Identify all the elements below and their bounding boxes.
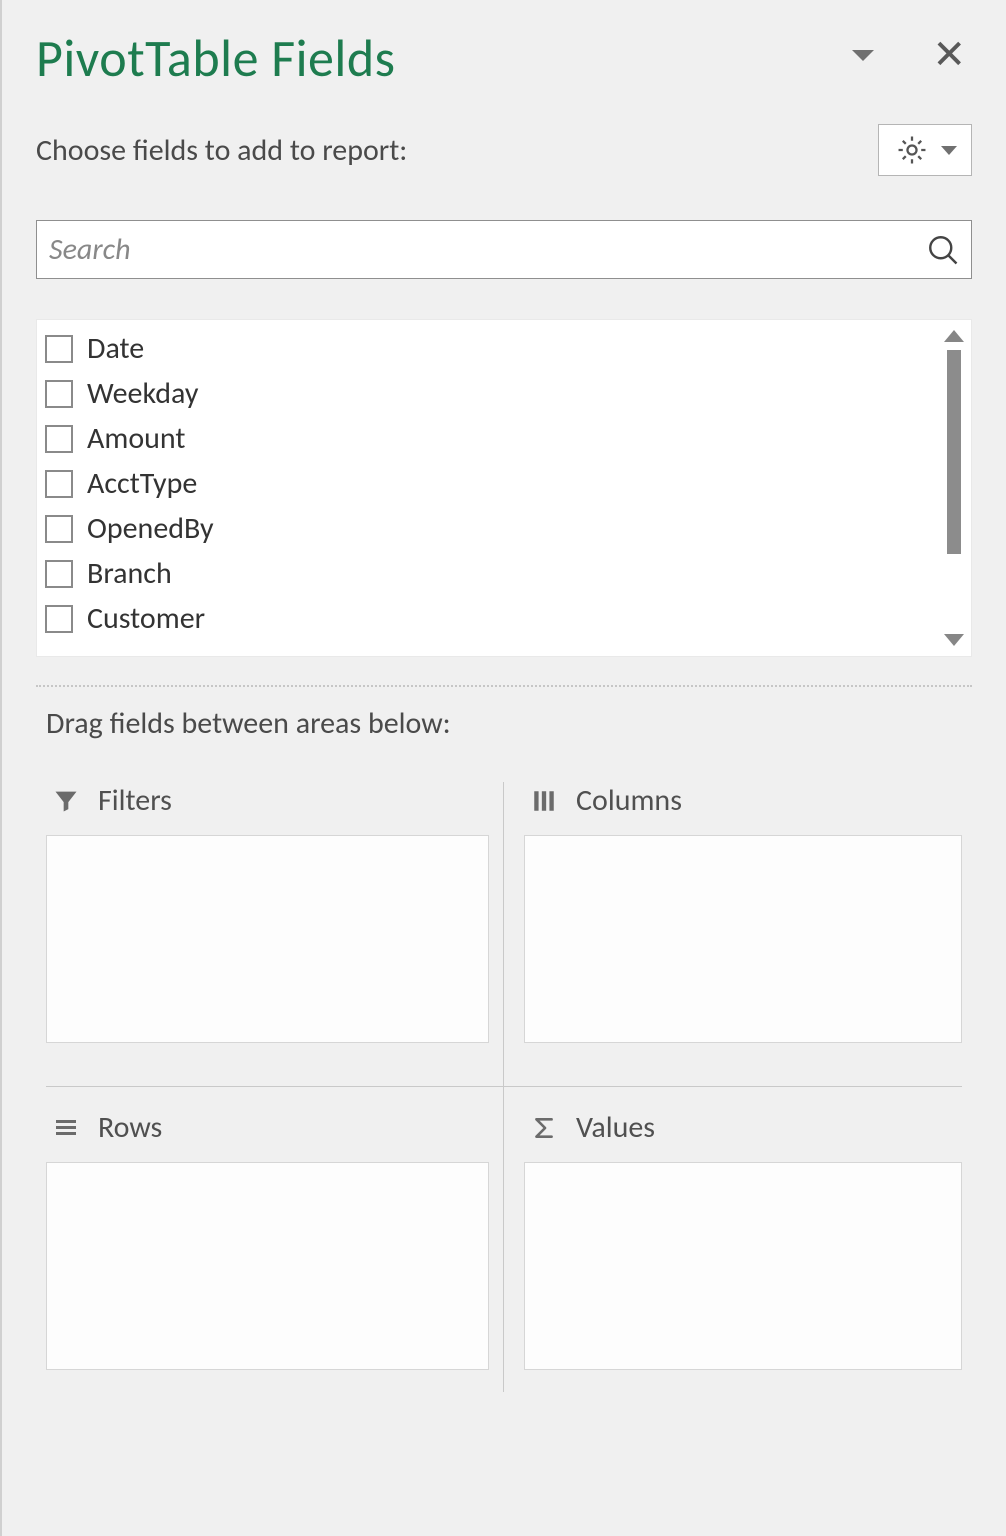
columns-dropzone[interactable] bbox=[524, 835, 962, 1043]
search-input[interactable] bbox=[45, 225, 925, 274]
field-item[interactable]: Date bbox=[43, 326, 931, 371]
field-item[interactable]: Amount bbox=[43, 416, 931, 461]
gear-icon bbox=[895, 133, 929, 167]
rows-icon bbox=[50, 1116, 82, 1140]
rows-header: Rows bbox=[46, 1109, 489, 1162]
panel-options-dropdown-icon[interactable] bbox=[852, 50, 874, 61]
tools-button[interactable] bbox=[878, 124, 972, 176]
field-item[interactable]: Branch bbox=[43, 551, 931, 596]
field-label: Date bbox=[87, 330, 144, 367]
columns-area: Columns bbox=[504, 782, 962, 1087]
filters-dropzone[interactable] bbox=[46, 835, 489, 1043]
fields-list-box: Date Weekday Amount AcctType OpenedBy Branch C… bbox=[36, 319, 972, 657]
columns-header: Columns bbox=[524, 782, 962, 835]
values-area: Values bbox=[504, 1087, 962, 1392]
field-label: Amount bbox=[87, 420, 185, 457]
field-checkbox[interactable] bbox=[45, 515, 73, 543]
field-item[interactable]: Weekday bbox=[43, 371, 931, 416]
field-item[interactable]: Customer bbox=[43, 596, 931, 637]
field-checkbox[interactable] bbox=[45, 335, 73, 363]
panel-title: PivotTable Fields bbox=[36, 26, 396, 90]
scroll-down-icon[interactable] bbox=[944, 634, 964, 646]
filters-title: Filters bbox=[98, 782, 172, 819]
filters-header: Filters bbox=[46, 782, 489, 835]
field-checkbox[interactable] bbox=[45, 605, 73, 633]
filter-icon bbox=[50, 787, 82, 815]
columns-title: Columns bbox=[576, 782, 682, 819]
close-button[interactable]: ✕ bbox=[932, 35, 966, 75]
field-item[interactable]: OpenedBy bbox=[43, 506, 931, 551]
field-checkbox[interactable] bbox=[45, 380, 73, 408]
scroll-track[interactable] bbox=[947, 350, 961, 626]
fields-list[interactable]: Date Weekday Amount AcctType OpenedBy Branch C… bbox=[37, 320, 937, 656]
field-label: AcctType bbox=[87, 465, 197, 502]
rows-dropzone[interactable] bbox=[46, 1162, 489, 1370]
filters-area: Filters bbox=[46, 782, 504, 1087]
search-icon bbox=[925, 232, 961, 268]
scroll-thumb[interactable] bbox=[947, 350, 961, 554]
field-label: OpenedBy bbox=[87, 510, 214, 547]
subhead-row: Choose fields to add to report: bbox=[36, 124, 972, 176]
search-box[interactable] bbox=[36, 220, 972, 279]
field-item[interactable]: AcctType bbox=[43, 461, 931, 506]
areas-grid: Filters Columns bbox=[36, 782, 972, 1392]
header-controls: ✕ bbox=[852, 35, 972, 75]
section-separator bbox=[36, 685, 972, 687]
pivottable-fields-panel: PivotTable Fields ✕ Choose fields to add… bbox=[2, 0, 1006, 1422]
field-label: Branch bbox=[87, 555, 172, 592]
rows-area: Rows bbox=[46, 1087, 504, 1392]
field-checkbox[interactable] bbox=[45, 425, 73, 453]
field-label: Customer bbox=[87, 600, 205, 637]
drag-instruction-label: Drag fields between areas below: bbox=[46, 705, 972, 742]
chevron-down-icon bbox=[941, 146, 957, 155]
columns-icon bbox=[528, 787, 560, 815]
choose-fields-label: Choose fields to add to report: bbox=[36, 132, 407, 169]
field-label: Weekday bbox=[87, 375, 198, 412]
values-dropzone[interactable] bbox=[524, 1162, 962, 1370]
scroll-up-icon[interactable] bbox=[944, 330, 964, 342]
fields-scrollbar[interactable] bbox=[937, 320, 971, 656]
rows-title: Rows bbox=[98, 1109, 162, 1146]
field-checkbox[interactable] bbox=[45, 470, 73, 498]
sigma-icon bbox=[528, 1114, 560, 1142]
panel-header: PivotTable Fields ✕ bbox=[36, 20, 972, 90]
field-checkbox[interactable] bbox=[45, 560, 73, 588]
values-title: Values bbox=[576, 1109, 655, 1146]
values-header: Values bbox=[524, 1109, 962, 1162]
